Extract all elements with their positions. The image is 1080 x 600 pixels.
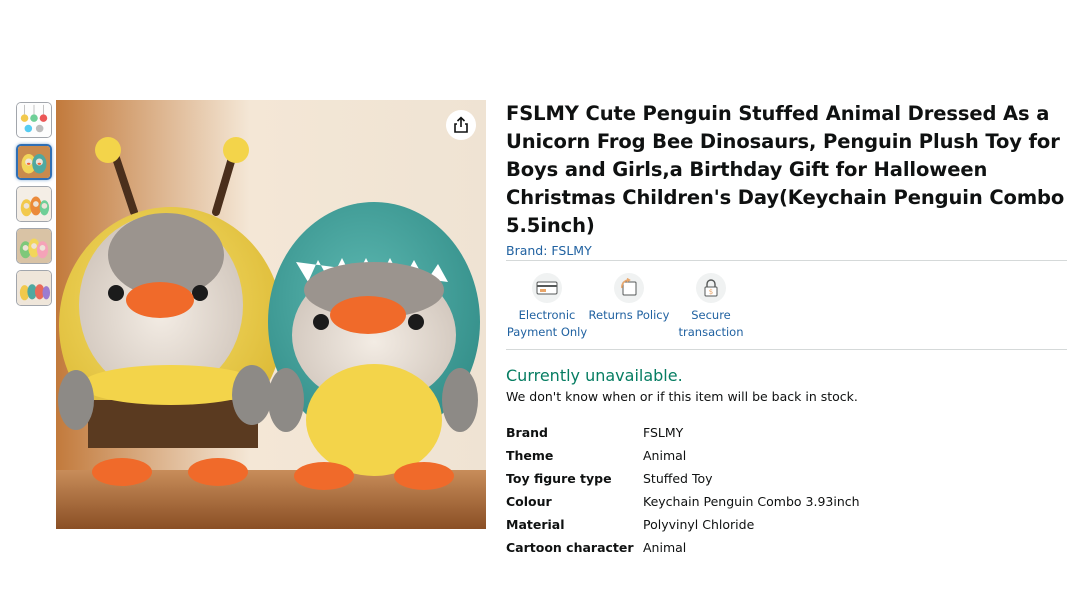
feature-secure-transaction[interactable]: $ Secure transaction [670,273,752,347]
thumbnail-2[interactable] [16,144,52,180]
product-details: FSLMY Cute Penguin Stuffed Animal Dresse… [506,100,1067,559]
spec-value: Keychain Penguin Combo 3.93inch [643,494,860,509]
spec-value: Stuffed Toy [643,471,713,486]
spec-key: Toy figure type [506,471,612,486]
spec-row-material: Material Polyvinyl Chloride [506,513,860,536]
lock-icon: $ [696,273,726,303]
share-button[interactable] [446,110,476,140]
thumbnail-penguins-2-icon [17,187,51,221]
spec-value: FSLMY [643,425,684,440]
share-icon [454,116,468,133]
stock-note: We don't know when or if this item will … [506,389,858,404]
thumbnail-4[interactable] [16,228,52,264]
spec-key: Theme [506,448,554,463]
spec-key: Material [506,517,565,532]
returns-icon [614,273,644,303]
svg-text:$: $ [709,288,713,296]
product-photo-penguin-plushies [56,100,486,529]
feature-icons-row: Electronic Payment Only Returns Policy $ [506,261,1067,349]
spec-value: Animal [643,540,687,555]
feature-returns-policy[interactable]: Returns Policy [588,273,670,347]
main-product-image[interactable] [56,100,486,529]
feature-label-returns: Returns Policy [588,308,670,322]
spec-row-cartoon-character: Cartoon character Animal [506,536,860,559]
feature-label-payment: Electronic Payment Only [506,308,588,339]
thumbnail-penguins-3-icon [17,229,51,263]
thumbnail-bee-dino-icon [18,146,50,178]
availability-status: Currently unavailable. [506,366,683,385]
spec-row-colour: Colour Keychain Penguin Combo 3.93inch [506,490,860,513]
brand-link[interactable]: Brand: FSLMY [506,243,592,258]
thumbnail-strip [16,102,52,312]
divider [506,349,1067,350]
thumbnail-3[interactable] [16,186,52,222]
feature-label-secure: Secure transaction [678,308,744,339]
spec-row-theme: Theme Animal [506,444,860,467]
spec-key: Brand [506,425,548,440]
spec-value: Polyvinyl Chloride [643,517,755,532]
spec-row-brand: Brand FSLMY [506,421,860,444]
payment-card-icon [532,273,562,303]
spec-key: Cartoon character [506,540,634,555]
thumbnail-1[interactable] [16,102,52,138]
spec-value: Animal [643,448,687,463]
feature-electronic-payment[interactable]: Electronic Payment Only [506,273,588,347]
product-title: FSLMY Cute Penguin Stuffed Animal Dresse… [506,102,1065,237]
thumbnail-5[interactable] [16,270,52,306]
thumbnail-penguins-4-icon [17,271,51,305]
thumbnail-keychains-icon [17,103,51,137]
spec-row-toy-figure-type: Toy figure type Stuffed Toy [506,467,860,490]
spec-key: Colour [506,494,552,509]
product-specs-table: Brand FSLMY Theme Animal Toy figure type… [506,421,860,559]
